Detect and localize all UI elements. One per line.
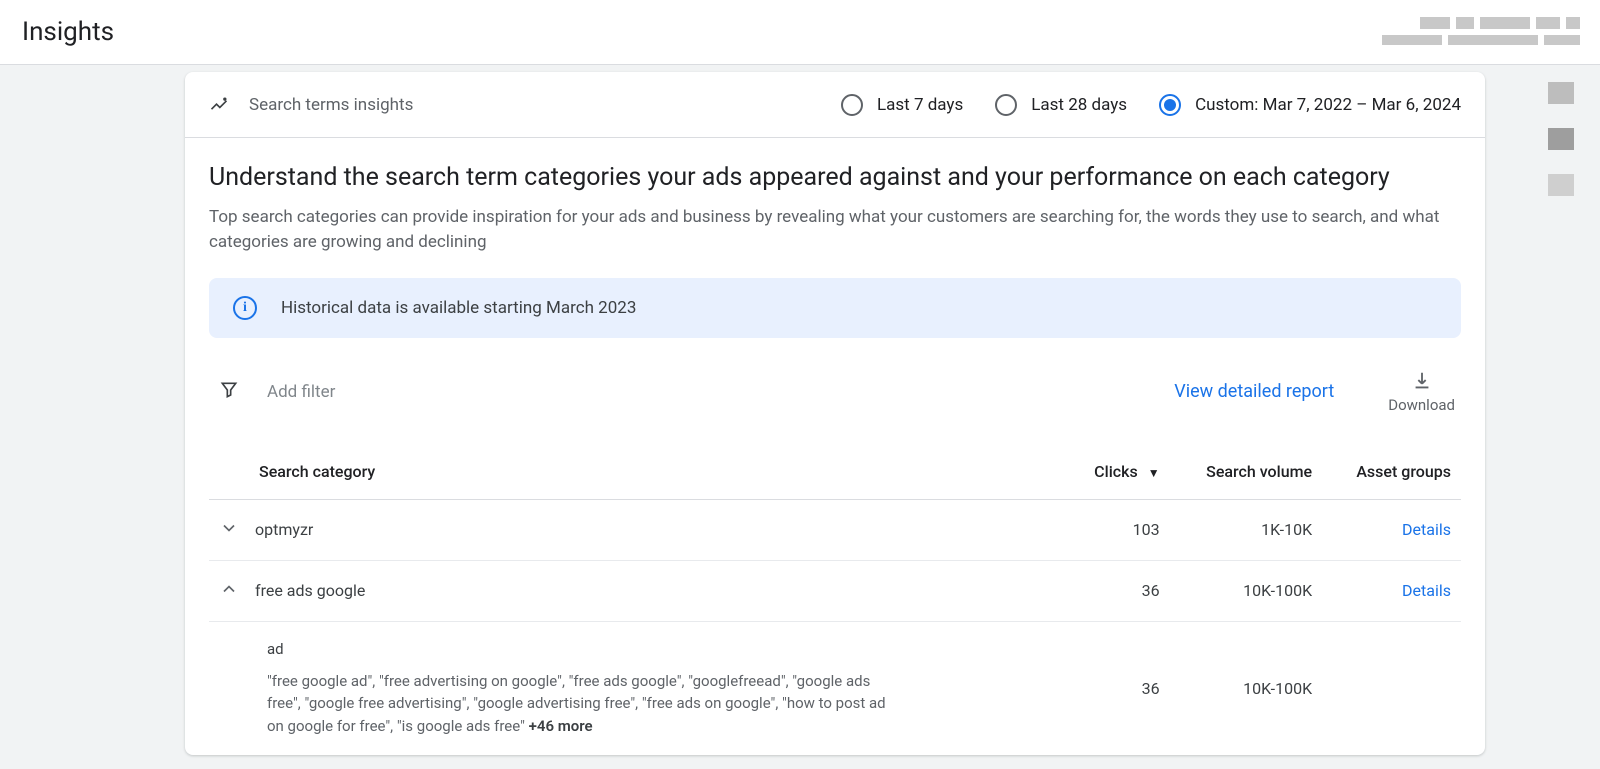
col-clicks[interactable]: Clicks ▼ [1066,444,1169,500]
col-asset-groups[interactable]: Asset groups [1322,444,1461,500]
right-rail [1548,82,1578,196]
card-title: Search terms insights [249,95,821,115]
chevron-up-icon[interactable] [219,579,239,603]
right-rail-item[interactable] [1548,174,1574,196]
clicks-value: 36 [1066,560,1169,621]
chevron-down-icon[interactable] [219,518,239,542]
radio-icon [841,94,863,116]
filter-row: Add filter View detailed report Download [209,358,1461,426]
subheadline: Top search categories can provide inspir… [209,205,1461,256]
col-search-volume[interactable]: Search volume [1170,444,1323,500]
table-row: free ads google 36 10K-100K Details [209,560,1461,621]
terms-list: "free google ad", "free advertising on g… [267,670,887,738]
radio-label: Last 7 days [877,95,963,115]
view-detailed-report-link[interactable]: View detailed report [1174,381,1334,402]
download-label: Download [1388,396,1455,414]
volume-value: 10K-100K [1170,560,1323,621]
expanded-row: ad "free google ad", "free advertising o… [209,621,1461,755]
page-title: Insights [22,17,114,47]
sort-desc-icon: ▼ [1148,466,1160,480]
volume-value: 1K-10K [1170,499,1323,560]
date-range-group: Last 7 days Last 28 days Custom: Mar 7, … [841,94,1461,116]
col-clicks-label: Clicks [1094,462,1138,481]
info-text: Historical data is available starting Ma… [281,298,636,318]
add-filter-button[interactable]: Add filter [267,382,1146,402]
date-range-last-7[interactable]: Last 7 days [841,94,963,116]
card-body: Understand the search term categories yo… [185,138,1485,755]
category-name: free ads google [255,581,365,600]
details-link[interactable]: Details [1402,581,1451,600]
insights-card: Search terms insights Last 7 days Last 2… [185,72,1485,755]
filter-icon[interactable] [219,380,239,404]
blurred-account-area [1320,0,1580,62]
right-rail-item[interactable] [1548,82,1574,104]
info-icon: i [233,296,257,320]
info-banner: i Historical data is available starting … [209,278,1461,338]
radio-icon [995,94,1017,116]
download-button[interactable]: Download [1388,370,1455,414]
expanded-volume: 10K-100K [1170,621,1323,755]
table-row: optmyzr 103 1K-10K Details [209,499,1461,560]
date-range-custom[interactable]: Custom: Mar 7, 2022 – Mar 6, 2024 [1159,94,1461,116]
headline: Understand the search term categories yo… [209,162,1461,195]
card-header: Search terms insights Last 7 days Last 2… [185,72,1485,138]
clicks-value: 103 [1066,499,1169,560]
expanded-clicks: 36 [1066,621,1169,755]
date-range-last-28[interactable]: Last 28 days [995,94,1127,116]
download-icon [1411,370,1433,392]
insights-table: Search category Clicks ▼ Search volume A… [209,444,1461,756]
right-rail-item[interactable] [1548,128,1574,150]
col-search-category[interactable]: Search category [209,444,1066,500]
trend-icon [209,95,229,115]
radio-label: Custom: Mar 7, 2022 – Mar 6, 2024 [1195,95,1461,115]
more-count[interactable]: +46 more [529,717,593,735]
category-name: optmyzr [255,520,313,539]
radio-icon [1159,94,1181,116]
radio-label: Last 28 days [1031,95,1127,115]
details-link[interactable]: Details [1402,520,1451,539]
subcategory-label: ad [267,640,1036,658]
